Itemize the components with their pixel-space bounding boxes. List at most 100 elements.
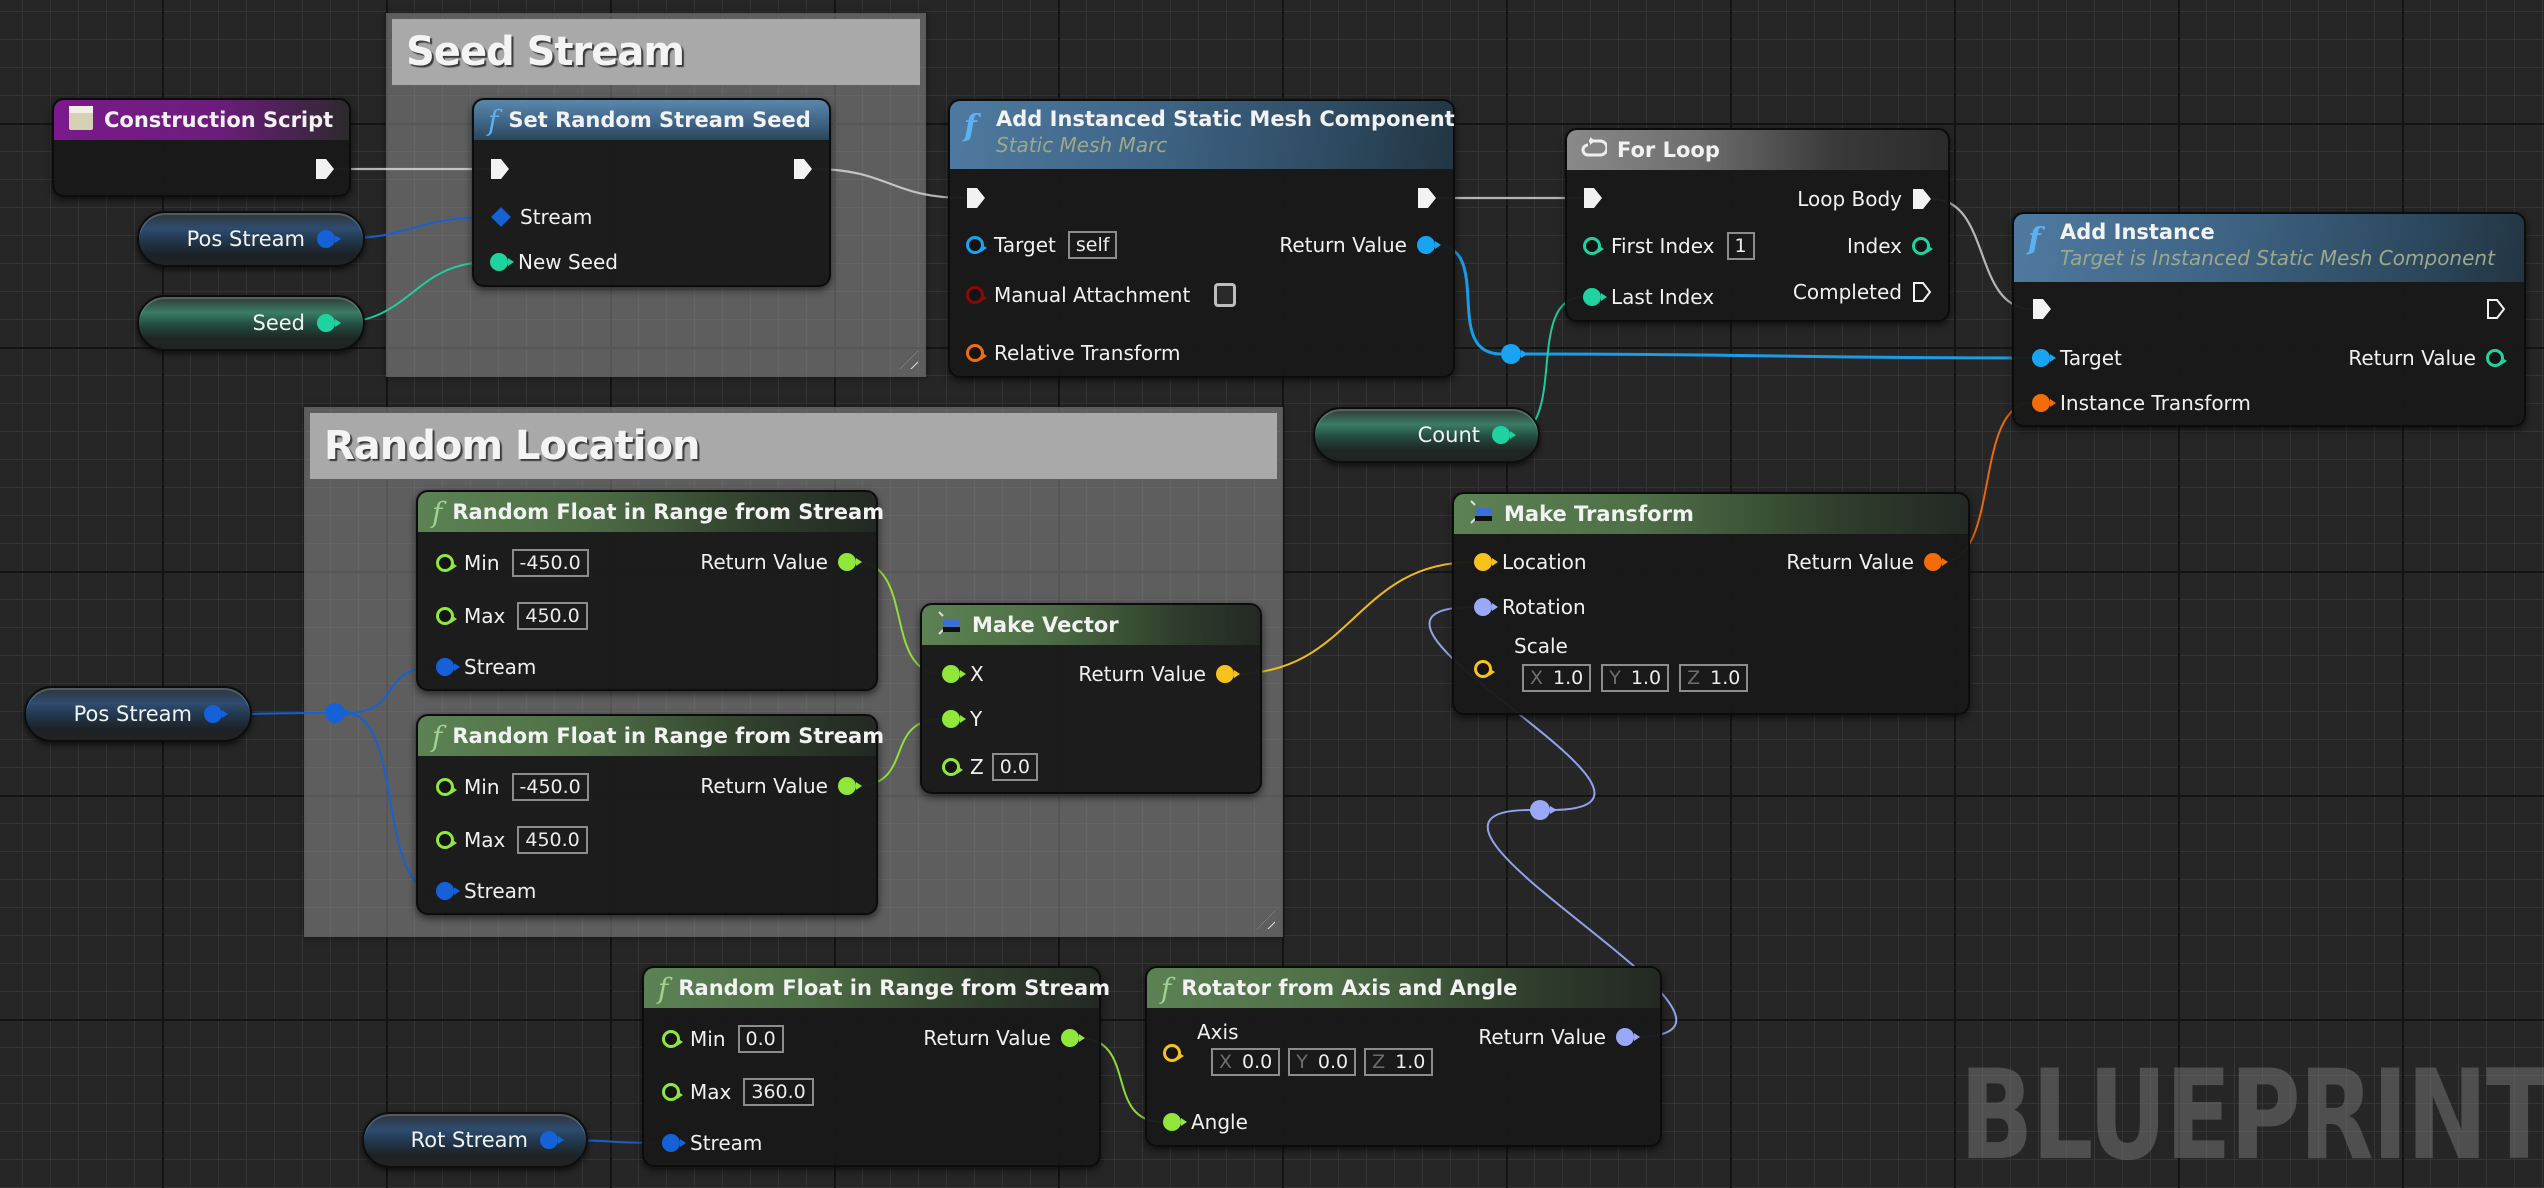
variable-rot-stream[interactable]: Rot Stream (362, 1112, 588, 1168)
bool-in-pin[interactable] (966, 286, 987, 304)
float-in-pin[interactable] (436, 778, 457, 796)
node-random-float-in-range-from-stream[interactable]: f Random Float in Range from Stream Min … (642, 966, 1110, 1167)
node-add-instance[interactable]: f Add Instance Target is Instanced Stati… (2012, 212, 2526, 427)
reroute-node[interactable] (1530, 800, 1557, 820)
z-value-field[interactable]: 0.0 (991, 753, 1038, 781)
stream-out-pin[interactable] (317, 230, 341, 248)
vector-in-pin[interactable] (1474, 660, 1495, 678)
float-in-pin[interactable] (942, 758, 963, 776)
loop-body-exec-pin[interactable] (1912, 188, 1932, 210)
scale-z-field[interactable]: Z 1.0 (1679, 664, 1749, 692)
node-for-loop[interactable]: For Loop Loop Body First Index 1 Index L… (1565, 128, 1950, 322)
int-in-pin[interactable] (1583, 237, 1604, 255)
object-in-pin[interactable] (966, 236, 987, 254)
variable-pos-stream[interactable]: Pos Stream (137, 211, 365, 267)
exec-in-pin[interactable] (1583, 187, 1603, 209)
exec-in-pin[interactable] (966, 187, 986, 209)
node-make-vector[interactable]: Make Vector X Return Value Y Z 0.0 (920, 603, 1262, 794)
node-header[interactable]: f Random Float in Range from Stream (644, 968, 1110, 1008)
blueprint-graph-canvas[interactable]: BLUEPRINT Seed Stream Random Location Co… (0, 0, 2544, 1188)
node-header[interactable]: f Set Random Stream Seed (474, 100, 829, 140)
wire-knot-obj-to-ai-target[interactable] (1520, 352, 2033, 360)
axis-y-field[interactable]: Y 0.0 (1288, 1048, 1357, 1076)
transform-in-pin[interactable] (2032, 394, 2056, 412)
variable-pos-stream[interactable]: Pos Stream (24, 686, 252, 742)
node-random-float-in-range-from-stream[interactable]: f Random Float in Range from Stream Min … (416, 490, 884, 691)
node-construction-script[interactable]: Construction Script (52, 98, 351, 197)
transform-out-pin[interactable] (1924, 553, 1948, 571)
float-out-pin[interactable] (838, 777, 862, 795)
node-add-instanced-static-mesh-component[interactable]: f Add Instanced Static Mesh Component St… (948, 99, 1455, 378)
object-in-pin[interactable] (2032, 349, 2056, 367)
float-in-pin[interactable] (436, 607, 457, 625)
stream-in-pin[interactable] (436, 658, 460, 676)
node-header[interactable]: Make Vector (922, 605, 1260, 645)
transform-in-pin[interactable] (966, 344, 987, 362)
vector-in-pin[interactable] (1474, 553, 1498, 571)
exec-out-pin[interactable] (793, 158, 813, 180)
reroute-node[interactable] (325, 703, 352, 723)
exec-in-pin[interactable] (2032, 298, 2052, 320)
axis-x-field[interactable]: X 0.0 (1211, 1048, 1281, 1076)
node-random-float-in-range-from-stream[interactable]: f Random Float in Range from Stream Min … (416, 714, 884, 915)
comment-title[interactable]: Seed Stream (392, 19, 920, 85)
float-in-pin[interactable] (942, 710, 966, 728)
max-value-field[interactable]: 450.0 (517, 602, 588, 630)
float-in-pin[interactable] (662, 1030, 683, 1048)
comment-title[interactable]: Random Location (310, 413, 1277, 479)
resize-handle-icon[interactable] (1257, 911, 1275, 929)
rotator-out-pin[interactable] (1616, 1028, 1640, 1046)
node-rotator-from-axis-and-angle[interactable]: f Rotator from Axis and Angle Axis X 0.0 … (1145, 966, 1662, 1147)
stream-out-pin[interactable] (540, 1131, 564, 1149)
exec-out-pin[interactable] (315, 158, 335, 180)
int-out-pin[interactable] (1492, 426, 1516, 444)
min-value-field[interactable]: 0.0 (737, 1025, 784, 1053)
max-value-field[interactable]: 450.0 (517, 826, 588, 854)
node-header[interactable]: Construction Script (54, 100, 349, 140)
min-value-field[interactable]: -450.0 (511, 549, 589, 577)
int-out-pin[interactable] (317, 314, 341, 332)
min-value-field[interactable]: -450.0 (511, 773, 589, 801)
float-out-pin[interactable] (838, 553, 862, 571)
node-header[interactable]: f Rotator from Axis and Angle (1147, 968, 1660, 1008)
node-header[interactable]: f Random Float in Range from Stream (418, 716, 884, 756)
vector-in-pin[interactable] (1163, 1044, 1184, 1062)
resize-handle-icon[interactable] (900, 351, 918, 369)
rotator-in-pin[interactable] (1474, 598, 1498, 616)
first-index-field[interactable]: 1 (1726, 232, 1755, 260)
stream-in-pin[interactable] (436, 882, 460, 900)
float-in-pin[interactable] (1163, 1113, 1187, 1131)
index-out-pin[interactable] (1912, 237, 1933, 255)
int-in-pin[interactable] (1583, 288, 1607, 306)
axis-z-field[interactable]: Z 1.0 (1364, 1048, 1434, 1076)
completed-exec-pin[interactable] (1912, 281, 1932, 303)
float-in-pin[interactable] (436, 831, 457, 849)
exec-in-pin[interactable] (490, 158, 510, 180)
stream-out-pin[interactable] (204, 705, 228, 723)
variable-seed[interactable]: Seed (137, 295, 365, 351)
scale-x-field[interactable]: X 1.0 (1522, 664, 1592, 692)
float-in-pin[interactable] (662, 1083, 683, 1101)
node-header[interactable]: Make Transform (1454, 494, 1968, 534)
object-out-pin[interactable] (1417, 236, 1441, 254)
max-value-field[interactable]: 360.0 (743, 1078, 814, 1106)
int-in-pin[interactable] (490, 253, 514, 271)
node-header[interactable]: f Add Instance Target is Instanced Stati… (2014, 214, 2524, 282)
node-set-random-stream-seed[interactable]: f Set Random Stream Seed Stream New Seed (472, 98, 831, 287)
manual-attachment-checkbox[interactable] (1214, 283, 1237, 307)
int-out-pin[interactable] (2486, 349, 2507, 367)
stream-in-pin[interactable] (491, 207, 511, 227)
node-header[interactable]: f Add Instanced Static Mesh Component St… (950, 101, 1455, 169)
variable-count[interactable]: Count (1313, 407, 1540, 463)
node-make-transform[interactable]: Make Transform Location Return Value Rot… (1452, 492, 1970, 715)
node-header[interactable]: f Random Float in Range from Stream (418, 492, 884, 532)
exec-out-pin[interactable] (2486, 298, 2506, 320)
scale-y-field[interactable]: Y 1.0 (1601, 664, 1670, 692)
exec-out-pin[interactable] (1417, 187, 1437, 209)
node-header[interactable]: For Loop (1567, 130, 1948, 170)
float-in-pin[interactable] (436, 554, 457, 572)
float-in-pin[interactable] (942, 665, 966, 683)
float-out-pin[interactable] (1061, 1029, 1085, 1047)
reroute-node[interactable] (1501, 344, 1528, 364)
target-value-field[interactable]: self (1067, 231, 1118, 259)
